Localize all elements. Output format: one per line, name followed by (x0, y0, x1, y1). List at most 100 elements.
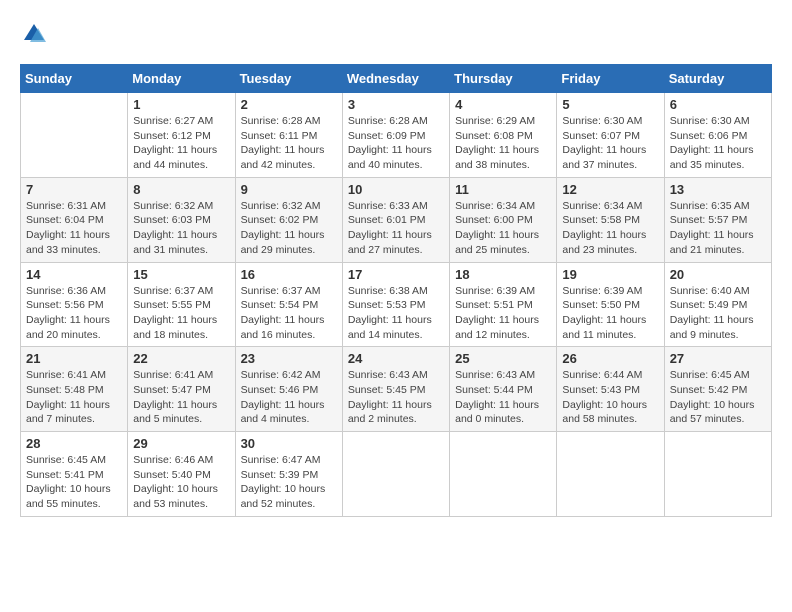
calendar-cell: 4 Sunrise: 6:29 AM Sunset: 6:08 PM Daylig… (450, 93, 557, 178)
day-info: Sunrise: 6:29 AM Sunset: 6:08 PM Dayligh… (455, 114, 551, 173)
column-header-wednesday: Wednesday (342, 65, 449, 93)
day-info: Sunrise: 6:30 AM Sunset: 6:06 PM Dayligh… (670, 114, 766, 173)
day-info: Sunrise: 6:39 AM Sunset: 5:50 PM Dayligh… (562, 284, 658, 343)
calendar-cell: 27 Sunrise: 6:45 AM Sunset: 5:42 PM Dayli… (664, 347, 771, 432)
calendar-cell: 29 Sunrise: 6:46 AM Sunset: 5:40 PM Dayli… (128, 432, 235, 517)
column-header-monday: Monday (128, 65, 235, 93)
week-row-3: 14 Sunrise: 6:36 AM Sunset: 5:56 PM Dayli… (21, 262, 772, 347)
day-number: 29 (133, 436, 229, 451)
calendar-cell: 22 Sunrise: 6:41 AM Sunset: 5:47 PM Dayli… (128, 347, 235, 432)
day-info: Sunrise: 6:33 AM Sunset: 6:01 PM Dayligh… (348, 199, 444, 258)
day-number: 13 (670, 182, 766, 197)
day-info: Sunrise: 6:35 AM Sunset: 5:57 PM Dayligh… (670, 199, 766, 258)
day-number: 23 (241, 351, 337, 366)
calendar-cell: 7 Sunrise: 6:31 AM Sunset: 6:04 PM Daylig… (21, 177, 128, 262)
week-row-5: 28 Sunrise: 6:45 AM Sunset: 5:41 PM Dayli… (21, 432, 772, 517)
day-info: Sunrise: 6:28 AM Sunset: 6:11 PM Dayligh… (241, 114, 337, 173)
calendar-cell: 2 Sunrise: 6:28 AM Sunset: 6:11 PM Daylig… (235, 93, 342, 178)
day-info: Sunrise: 6:32 AM Sunset: 6:03 PM Dayligh… (133, 199, 229, 258)
day-info: Sunrise: 6:41 AM Sunset: 5:47 PM Dayligh… (133, 368, 229, 427)
day-number: 16 (241, 267, 337, 282)
day-number: 27 (670, 351, 766, 366)
calendar-cell: 21 Sunrise: 6:41 AM Sunset: 5:48 PM Dayli… (21, 347, 128, 432)
calendar-cell: 24 Sunrise: 6:43 AM Sunset: 5:45 PM Dayli… (342, 347, 449, 432)
day-info: Sunrise: 6:27 AM Sunset: 6:12 PM Dayligh… (133, 114, 229, 173)
column-header-thursday: Thursday (450, 65, 557, 93)
logo-icon (20, 20, 48, 48)
day-info: Sunrise: 6:34 AM Sunset: 6:00 PM Dayligh… (455, 199, 551, 258)
calendar-cell: 26Sunrise: 6:44 AM Sunset: 5:43 PM Dayli… (557, 347, 664, 432)
day-number: 5 (562, 97, 658, 112)
calendar-cell: 11 Sunrise: 6:34 AM Sunset: 6:00 PM Dayli… (450, 177, 557, 262)
day-number: 15 (133, 267, 229, 282)
calendar-cell: 10 Sunrise: 6:33 AM Sunset: 6:01 PM Dayli… (342, 177, 449, 262)
calendar-cell: 15 Sunrise: 6:37 AM Sunset: 5:55 PM Dayli… (128, 262, 235, 347)
week-row-4: 21 Sunrise: 6:41 AM Sunset: 5:48 PM Dayli… (21, 347, 772, 432)
calendar-cell: 25 Sunrise: 6:43 AM Sunset: 5:44 PM Dayli… (450, 347, 557, 432)
day-info: Sunrise: 6:46 AM Sunset: 5:40 PM Dayligh… (133, 453, 229, 512)
calendar-cell: 3 Sunrise: 6:28 AM Sunset: 6:09 PM Daylig… (342, 93, 449, 178)
day-info: Sunrise: 6:31 AM Sunset: 6:04 PM Dayligh… (26, 199, 122, 258)
day-number: 7 (26, 182, 122, 197)
calendar-cell: 18Sunrise: 6:39 AM Sunset: 5:51 PM Dayli… (450, 262, 557, 347)
calendar-cell: 28 Sunrise: 6:45 AM Sunset: 5:41 PM Dayli… (21, 432, 128, 517)
day-number: 1 (133, 97, 229, 112)
calendar-cell: 12 Sunrise: 6:34 AM Sunset: 5:58 PM Dayli… (557, 177, 664, 262)
day-info: Sunrise: 6:38 AM Sunset: 5:53 PM Dayligh… (348, 284, 444, 343)
day-number: 26 (562, 351, 658, 366)
day-number: 11 (455, 182, 551, 197)
calendar-cell (557, 432, 664, 517)
day-info: Sunrise: 6:37 AM Sunset: 5:54 PM Dayligh… (241, 284, 337, 343)
day-info: Sunrise: 6:43 AM Sunset: 5:45 PM Dayligh… (348, 368, 444, 427)
page-header (20, 20, 772, 48)
day-number: 8 (133, 182, 229, 197)
calendar-cell: 8 Sunrise: 6:32 AM Sunset: 6:03 PM Daylig… (128, 177, 235, 262)
day-info: Sunrise: 6:42 AM Sunset: 5:46 PM Dayligh… (241, 368, 337, 427)
day-info: Sunrise: 6:30 AM Sunset: 6:07 PM Dayligh… (562, 114, 658, 173)
logo (20, 20, 50, 48)
day-number: 9 (241, 182, 337, 197)
day-number: 21 (26, 351, 122, 366)
calendar-cell: 20 Sunrise: 6:40 AM Sunset: 5:49 PM Dayli… (664, 262, 771, 347)
day-info: Sunrise: 6:28 AM Sunset: 6:09 PM Dayligh… (348, 114, 444, 173)
day-number: 10 (348, 182, 444, 197)
calendar-cell: 17 Sunrise: 6:38 AM Sunset: 5:53 PM Dayli… (342, 262, 449, 347)
day-number: 4 (455, 97, 551, 112)
day-info: Sunrise: 6:45 AM Sunset: 5:41 PM Dayligh… (26, 453, 122, 512)
day-number: 17 (348, 267, 444, 282)
day-number: 30 (241, 436, 337, 451)
calendar-cell: 19 Sunrise: 6:39 AM Sunset: 5:50 PM Dayli… (557, 262, 664, 347)
day-info: Sunrise: 6:39 AM Sunset: 5:51 PM Dayligh… (455, 284, 551, 343)
calendar-table: SundayMondayTuesdayWednesdayThursdayFrid… (20, 64, 772, 517)
day-info: Sunrise: 6:41 AM Sunset: 5:48 PM Dayligh… (26, 368, 122, 427)
calendar-cell (450, 432, 557, 517)
day-info: Sunrise: 6:34 AM Sunset: 5:58 PM Dayligh… (562, 199, 658, 258)
day-number: 2 (241, 97, 337, 112)
week-row-2: 7 Sunrise: 6:31 AM Sunset: 6:04 PM Daylig… (21, 177, 772, 262)
column-header-friday: Friday (557, 65, 664, 93)
calendar-cell (664, 432, 771, 517)
day-number: 12 (562, 182, 658, 197)
day-number: 24 (348, 351, 444, 366)
day-info: Sunrise: 6:36 AM Sunset: 5:56 PM Dayligh… (26, 284, 122, 343)
calendar-cell: 23 Sunrise: 6:42 AM Sunset: 5:46 PM Dayli… (235, 347, 342, 432)
day-number: 22 (133, 351, 229, 366)
week-row-1: 1 Sunrise: 6:27 AM Sunset: 6:12 PM Daylig… (21, 93, 772, 178)
day-info: Sunrise: 6:45 AM Sunset: 5:42 PM Dayligh… (670, 368, 766, 427)
day-number: 20 (670, 267, 766, 282)
day-number: 28 (26, 436, 122, 451)
day-info: Sunrise: 6:43 AM Sunset: 5:44 PM Dayligh… (455, 368, 551, 427)
day-info: Sunrise: 6:47 AM Sunset: 5:39 PM Dayligh… (241, 453, 337, 512)
day-number: 19 (562, 267, 658, 282)
day-number: 14 (26, 267, 122, 282)
day-info: Sunrise: 6:40 AM Sunset: 5:49 PM Dayligh… (670, 284, 766, 343)
day-number: 3 (348, 97, 444, 112)
day-info: Sunrise: 6:37 AM Sunset: 5:55 PM Dayligh… (133, 284, 229, 343)
calendar-cell: 30 Sunrise: 6:47 AM Sunset: 5:39 PM Dayli… (235, 432, 342, 517)
column-header-saturday: Saturday (664, 65, 771, 93)
calendar-cell: 5 Sunrise: 6:30 AM Sunset: 6:07 PM Daylig… (557, 93, 664, 178)
calendar-cell (342, 432, 449, 517)
calendar-cell: 16 Sunrise: 6:37 AM Sunset: 5:54 PM Dayli… (235, 262, 342, 347)
day-number: 25 (455, 351, 551, 366)
column-header-tuesday: Tuesday (235, 65, 342, 93)
